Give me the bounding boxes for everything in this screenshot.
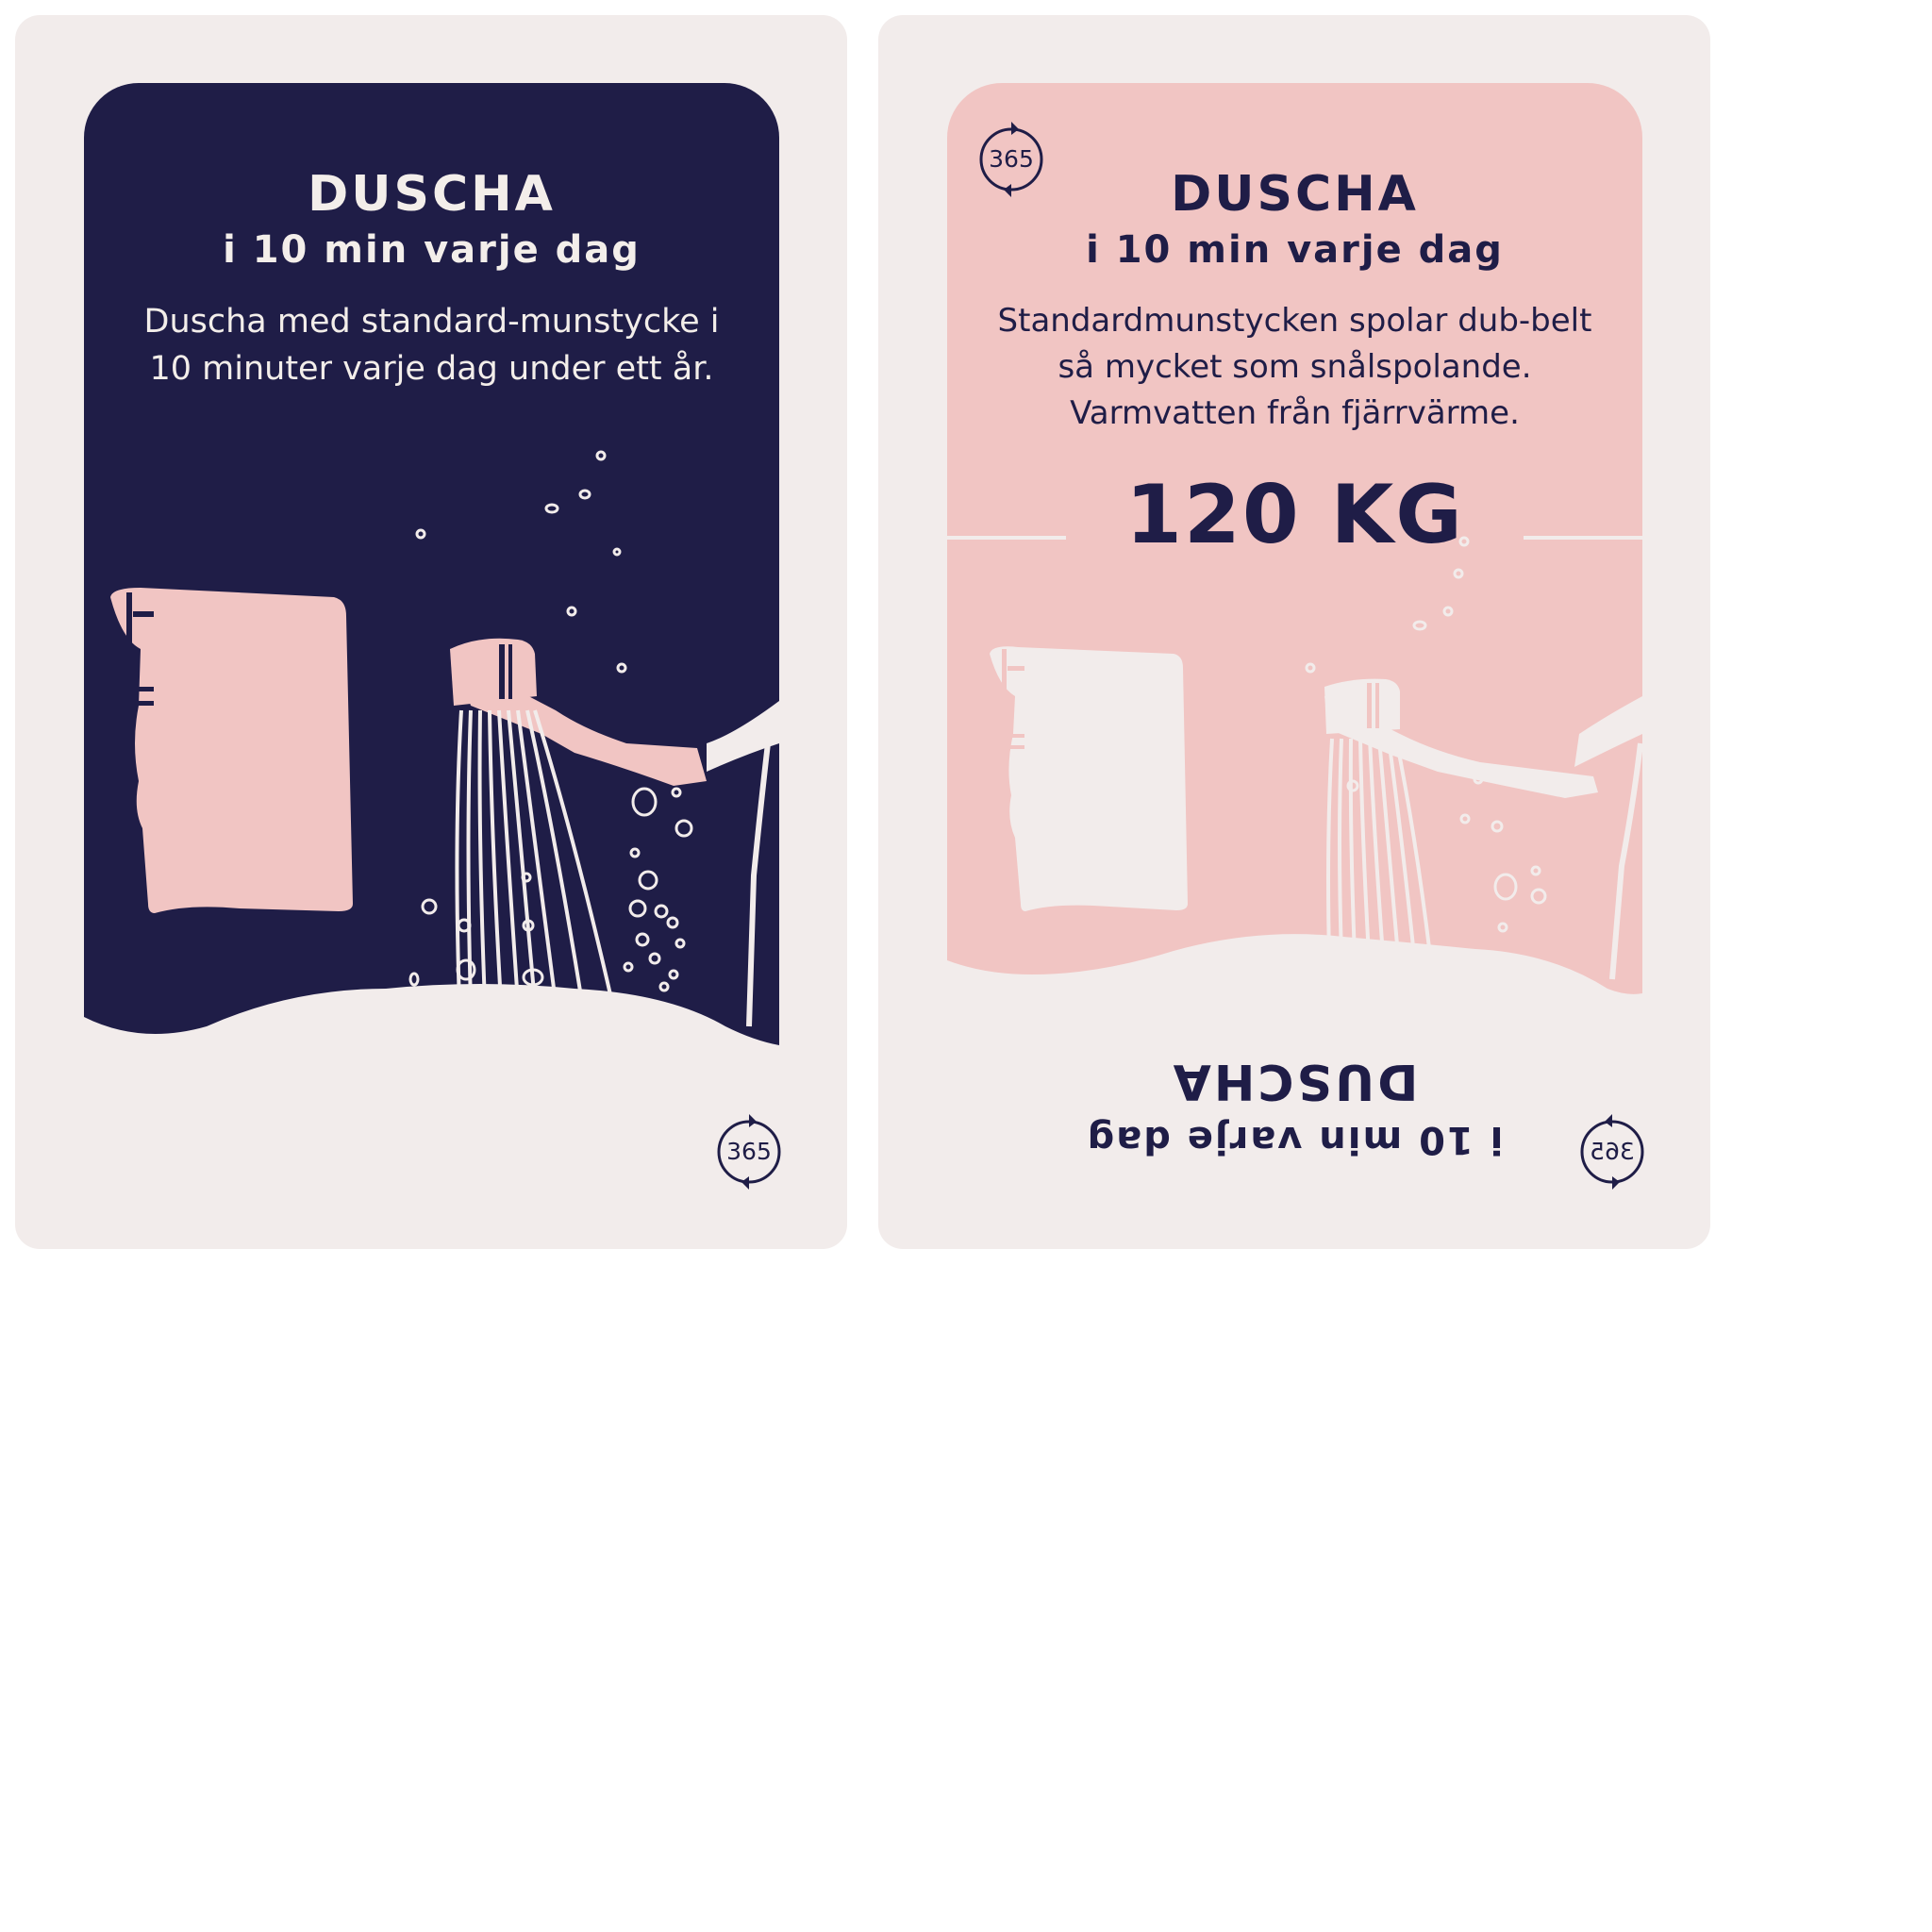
repeat-cycle-icon: 365 [711, 1114, 787, 1190]
front-description: Duscha med standard-munstycke i 10 minut… [143, 303, 720, 388]
towel-icon [990, 646, 1188, 911]
back-panel: DUSCHA i 10 min varje dag Standardmunsty… [947, 83, 1642, 1045]
front-shower-illustration [84, 450, 779, 1045]
front-badge-number: 365 [726, 1138, 772, 1165]
back-description: Standardmunstycken spolar dub-belt så my… [997, 302, 1592, 432]
card-back[interactable]: DUSCHA i 10 min varje dag Standardmunsty… [878, 15, 1710, 1249]
back-flipped-title: DUSCHA [1170, 1053, 1419, 1109]
repeat-cycle-icon: 365 [1574, 1114, 1650, 1190]
towel-icon [110, 588, 353, 913]
front-panel: DUSCHA i 10 min varje dag Duscha med sta… [84, 83, 779, 1045]
shower-head-icon [1324, 678, 1642, 980]
co2-value: 120 KG [1125, 468, 1464, 562]
back-subtitle: i 10 min varje dag [1086, 228, 1504, 272]
shower-head-icon [450, 638, 779, 1027]
back-shower-illustration [947, 536, 1642, 1045]
card-front[interactable]: DUSCHA i 10 min varje dag Duscha med sta… [15, 15, 847, 1249]
back-title: DUSCHA [1171, 166, 1419, 223]
front-subtitle: i 10 min varje dag [223, 228, 641, 272]
repeat-cycle-icon: 365 [974, 122, 1049, 197]
back-top-badge-number: 365 [989, 145, 1034, 173]
front-title: DUSCHA [308, 166, 556, 223]
back-bottom-badge-number: 365 [1590, 1138, 1635, 1165]
